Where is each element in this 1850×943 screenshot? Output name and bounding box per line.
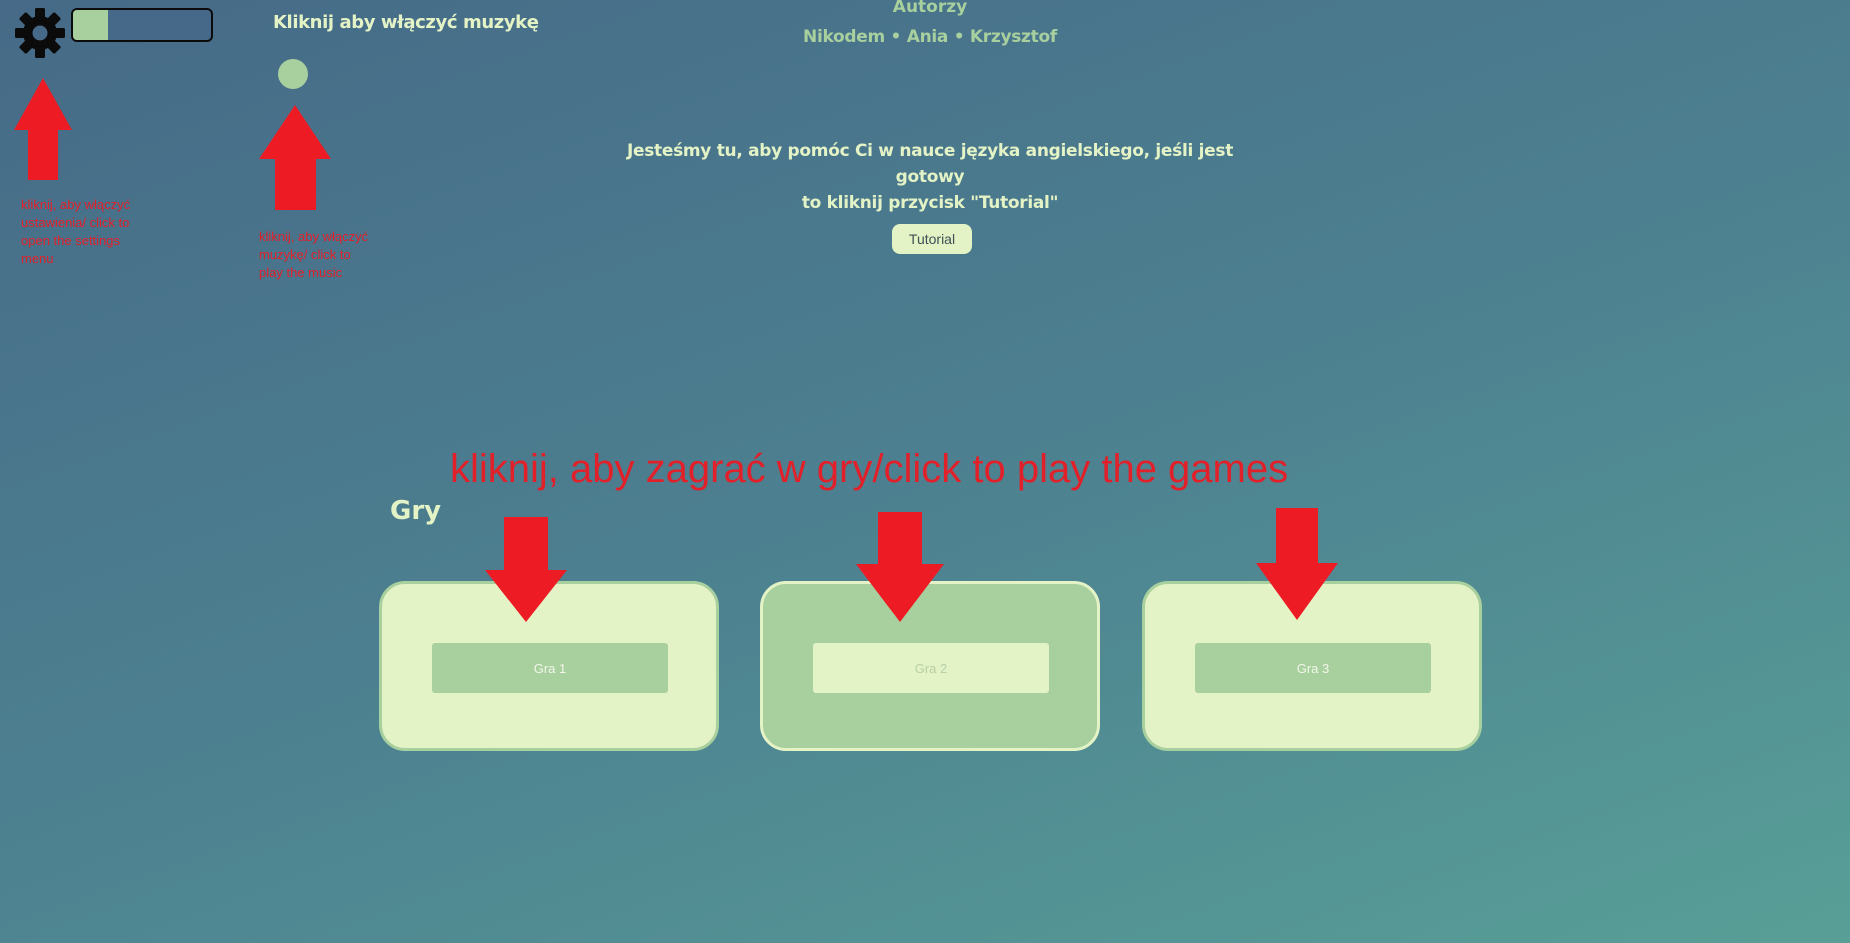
- games-annotation: kliknij, aby zagrać w gry/click to play …: [450, 447, 1289, 491]
- arrow-down-game-3: [1256, 508, 1338, 620]
- music-label: Kliknij aby włączyć muzykę: [273, 12, 539, 33]
- arrow-up-music: [259, 105, 331, 210]
- authors-names: Nikodem • Ania • Krzysztof: [803, 27, 1057, 47]
- tutorial-button[interactable]: Tutorial: [892, 224, 972, 254]
- intro-text: Jesteśmy tu, aby pomóc Ci w nauce języka…: [600, 138, 1260, 216]
- volume-slider-fill: [73, 10, 108, 40]
- gear-icon[interactable]: [14, 7, 66, 59]
- games-heading: Gry: [390, 496, 442, 526]
- game-2-button[interactable]: Gra 2: [813, 643, 1049, 693]
- music-toggle[interactable]: [278, 59, 308, 89]
- volume-slider[interactable]: [71, 8, 213, 42]
- arrow-up-settings: [14, 78, 72, 180]
- authors: Autorzy Nikodem • Ania • Krzysztof: [730, 0, 1130, 52]
- authors-title: Autorzy: [892, 0, 968, 17]
- intro-line-1: Jesteśmy tu, aby pomóc Ci w nauce języka…: [626, 141, 1234, 187]
- arrow-down-game-1: [485, 517, 567, 622]
- game-3-button[interactable]: Gra 3: [1195, 643, 1431, 693]
- game-1-button[interactable]: Gra 1: [432, 643, 668, 693]
- music-annotation: kliknij, aby włączyć muzykę/ click to pl…: [259, 229, 369, 280]
- settings-annotation: kliknij, aby włączyć ustawienia/ click t…: [21, 197, 131, 266]
- arrow-down-game-2: [856, 512, 944, 622]
- intro-line-2: to kliknij przycisk "Tutorial": [801, 193, 1059, 213]
